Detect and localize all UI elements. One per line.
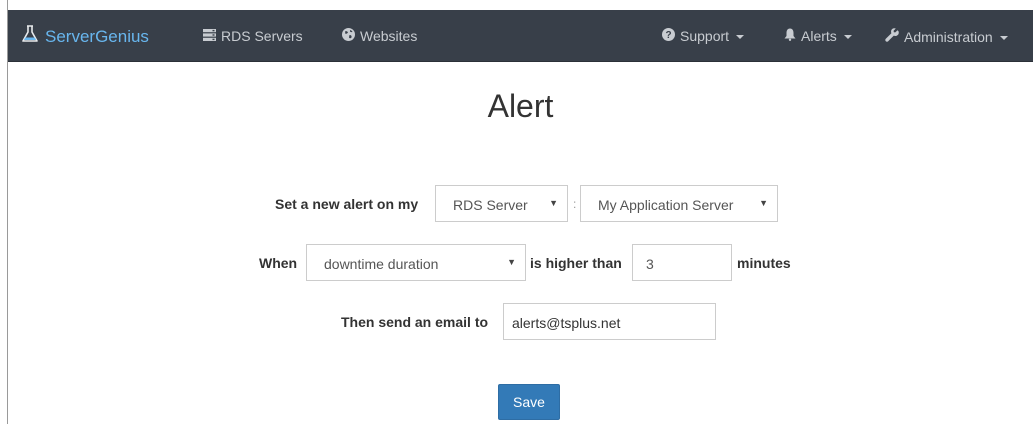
- save-button[interactable]: Save: [498, 384, 560, 420]
- nav-administration-label: Administration: [904, 28, 993, 45]
- threshold-input[interactable]: 3: [632, 244, 732, 281]
- top-navbar: ServerGenius RDS Servers Websites ? Supp…: [8, 10, 1033, 62]
- dropdown-arrow-icon: ▼: [549, 198, 558, 208]
- nav-websites-label: Websites: [360, 28, 418, 44]
- server-icon: [203, 28, 221, 44]
- target-separator: :: [573, 197, 577, 211]
- nav-alerts-dropdown[interactable]: Alerts: [784, 28, 852, 44]
- unit-label: minutes: [737, 255, 791, 271]
- email-input[interactable]: alerts@tsplus.net: [503, 303, 716, 340]
- nav-administration-dropdown[interactable]: Administration: [885, 28, 1008, 45]
- metric-value: downtime duration: [324, 256, 439, 272]
- globe-icon: [342, 28, 360, 44]
- target-name-select[interactable]: My Application Server ▼: [580, 185, 778, 222]
- nav-rds-servers-label: RDS Servers: [221, 28, 303, 44]
- email-label: Then send an email to: [341, 314, 489, 330]
- condition-label: When: [259, 255, 298, 271]
- nav-support-label: Support: [680, 28, 730, 44]
- nav-support-dropdown[interactable]: ? Support: [662, 28, 745, 44]
- target-type-select[interactable]: RDS Server ▼: [435, 185, 568, 222]
- chevron-down-icon: [843, 35, 852, 39]
- wrench-icon: [885, 28, 904, 45]
- svg-text:?: ?: [665, 30, 671, 41]
- question-circle-icon: ?: [662, 28, 680, 44]
- threshold-value: 3: [646, 256, 654, 272]
- bell-icon: [784, 28, 801, 44]
- brand-link[interactable]: ServerGenius: [22, 25, 149, 48]
- nav-rds-servers[interactable]: RDS Servers: [203, 28, 303, 44]
- alert-target-label: Set a new alert on my: [275, 196, 419, 212]
- window-edge: [7, 0, 8, 424]
- comparison-label: is higher than: [530, 255, 622, 271]
- page-title: Alert: [487, 88, 554, 124]
- chevron-down-icon: [999, 35, 1008, 40]
- metric-select[interactable]: downtime duration ▼: [306, 244, 526, 281]
- email-value: alerts@tsplus.net: [512, 315, 621, 331]
- dropdown-arrow-icon: ▼: [507, 257, 516, 267]
- nav-alerts-label: Alerts: [801, 28, 837, 44]
- nav-websites[interactable]: Websites: [342, 28, 417, 44]
- dropdown-arrow-icon: ▼: [759, 198, 768, 208]
- target-name-value: My Application Server: [598, 197, 734, 213]
- brand-name: ServerGenius: [45, 26, 149, 46]
- chevron-down-icon: [736, 35, 745, 39]
- target-type-value: RDS Server: [453, 197, 528, 213]
- flask-icon: [22, 25, 45, 48]
